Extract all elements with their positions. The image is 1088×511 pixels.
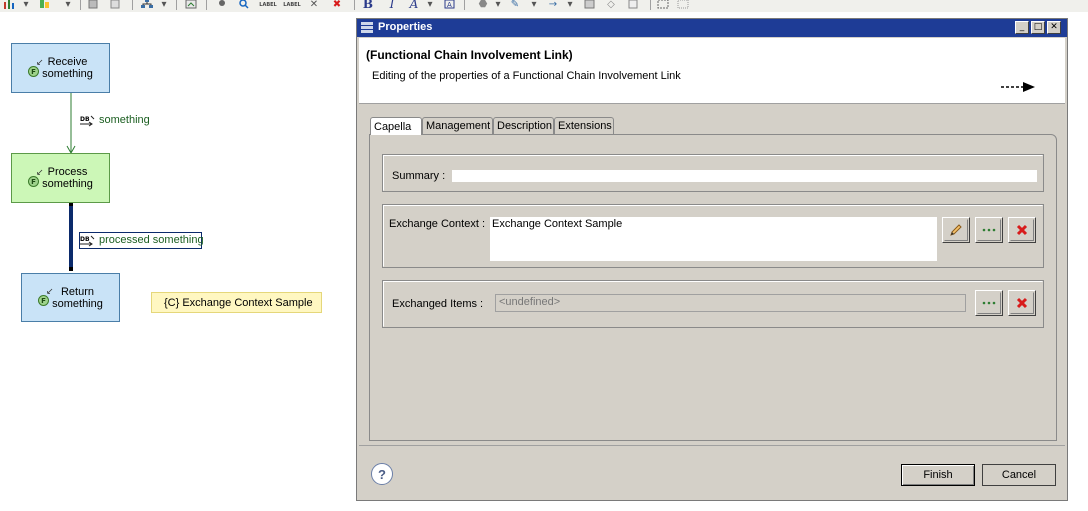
copy-layout-icon[interactable] <box>626 0 640 10</box>
exchange-context-note[interactable]: {C} Exchange Context Sample <box>151 292 322 313</box>
port-arrow-icon: ↙ <box>36 58 44 68</box>
exchange-context-group: Exchange Context : Exchange Context Samp… <box>382 204 1044 268</box>
line-style-icon[interactable]: → <box>546 0 560 10</box>
dialog-header: (Functional Chain Involvement Link) Edit… <box>359 38 1065 104</box>
chevron-down-icon[interactable]: ▾ <box>566 0 574 10</box>
properties-dialog: Properties _ □ ✕ (Functional Chain Invol… <box>356 18 1068 501</box>
exchange-context-field[interactable]: Exchange Context Sample <box>490 217 937 261</box>
tab-capella[interactable]: Capella <box>370 117 422 135</box>
footer-divider <box>359 445 1065 446</box>
properties-icon <box>361 22 373 33</box>
function-label: Process something <box>42 166 93 190</box>
svg-text:A: A <box>447 1 452 9</box>
close-icon[interactable]: ✕ <box>1047 21 1061 34</box>
line-color-icon[interactable]: ✎ <box>508 0 522 10</box>
exchanged-items-field: <undefined> <box>495 294 966 312</box>
tab-content: Summary : Exchange Context : Exchange Co… <box>369 134 1057 441</box>
tab-management[interactable]: Management <box>422 117 493 134</box>
function-return-something[interactable]: F ↙ Return something <box>21 273 120 322</box>
tab-folder: Capella Management Description Extension… <box>369 117 1057 441</box>
select-icon[interactable] <box>676 0 690 10</box>
exchanged-items-label: Exchanged Items : <box>392 298 484 310</box>
maximize-icon[interactable]: □ <box>1031 21 1045 34</box>
dialog-titlebar[interactable]: Properties _ □ ✕ <box>357 19 1067 37</box>
font-color-text: A <box>409 0 419 11</box>
delete-button[interactable] <box>1008 290 1036 316</box>
browse-button[interactable] <box>975 290 1003 316</box>
minimize-icon[interactable]: _ <box>1015 21 1029 34</box>
dashed-arrow-icon <box>1001 82 1035 92</box>
summary-label: Summary : <box>392 170 446 182</box>
reset-style-icon[interactable]: ◇ <box>604 0 618 10</box>
exchange-context-label: Exchange Context : <box>389 218 486 230</box>
text-box-icon[interactable]: A <box>442 0 456 10</box>
bold-text: B <box>362 0 374 11</box>
select-all-icon[interactable] <box>656 0 670 10</box>
help-icon[interactable]: ? <box>371 463 393 485</box>
dialog-title: Properties <box>378 21 433 33</box>
function-label: Return something <box>52 285 103 310</box>
exchanged-items-group: Exchanged Items : <undefined> <box>382 280 1044 328</box>
function-receive-something[interactable]: F ↙ Receive something <box>11 43 110 93</box>
tab-extensions[interactable]: Extensions <box>554 117 614 134</box>
summary-field[interactable] <box>452 170 1037 182</box>
chevron-down-icon[interactable]: ▾ <box>530 0 538 10</box>
exchange-icon: DB <box>80 115 96 128</box>
summary-group: Summary : <box>382 154 1044 192</box>
tab-description[interactable]: Description <box>493 117 554 134</box>
header-title: (Functional Chain Involvement Link) <box>366 48 573 62</box>
port-arrow-icon: ↙ <box>46 287 54 297</box>
bold-icon[interactable]: B <box>362 0 374 11</box>
finish-button[interactable]: Finish <box>901 464 975 486</box>
function-label: Receive something <box>42 56 93 80</box>
header-subtitle: Editing of the properties of a Functiona… <box>372 70 681 82</box>
browse-button[interactable] <box>975 217 1003 243</box>
port-arrow-icon: ↙ <box>36 168 44 178</box>
chevron-down-icon[interactable]: ▾ <box>494 0 502 10</box>
exchange-label[interactable]: processed something <box>99 234 204 246</box>
cancel-button[interactable]: Cancel <box>982 464 1056 486</box>
function-process-something[interactable]: F ↙ Process something <box>11 153 110 203</box>
exchange-label[interactable]: something <box>99 114 150 126</box>
delete-button[interactable] <box>1008 217 1036 243</box>
size-icon[interactable] <box>582 0 596 10</box>
fill-color-icon[interactable]: ⬣ <box>476 0 490 10</box>
italic-text: I <box>389 0 395 11</box>
font-color-icon[interactable]: A <box>408 0 420 11</box>
chevron-down-icon[interactable]: ▾ <box>426 0 434 10</box>
italic-icon[interactable]: I <box>386 0 398 11</box>
exchange-icon: DB <box>80 235 96 248</box>
edit-button[interactable] <box>942 217 970 243</box>
svg-text:DB: DB <box>80 116 90 123</box>
svg-text:DB: DB <box>80 236 90 243</box>
